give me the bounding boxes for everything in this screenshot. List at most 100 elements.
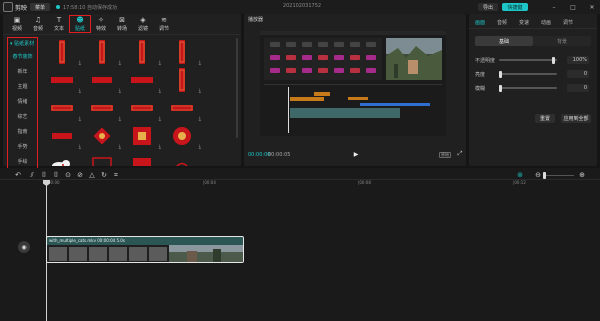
download-icon[interactable]: ⤓ xyxy=(79,116,81,122)
download-icon[interactable]: ⤓ xyxy=(159,60,161,66)
sticker-item[interactable]: ⤓ xyxy=(169,150,195,166)
tab-7[interactable]: ≋ 调节 xyxy=(153,15,175,33)
sticker-item[interactable]: ⤓ xyxy=(89,150,115,166)
zoom-slider[interactable] xyxy=(544,175,574,176)
tab-3[interactable]: ☻ 贴纸 xyxy=(69,15,91,33)
download-icon[interactable]: ⤓ xyxy=(159,144,161,150)
prop-slider[interactable] xyxy=(499,59,557,61)
tab-label: 音频 xyxy=(32,25,43,32)
sticker-item[interactable]: ⤓ xyxy=(49,122,81,150)
sticker-item[interactable]: ⤓ xyxy=(49,38,81,66)
reverse-icon[interactable]: ⊘ xyxy=(76,171,84,179)
sticker-item[interactable]: ⤓ xyxy=(129,122,161,150)
delete-left-icon[interactable]: ⌷ xyxy=(40,171,48,179)
link-icon[interactable]: ⊚ xyxy=(516,171,524,179)
tab-4[interactable]: ✧ 特效 xyxy=(90,15,112,33)
apply-all-button[interactable]: 应用到全部 xyxy=(561,114,591,123)
download-icon[interactable]: ⤓ xyxy=(119,144,121,150)
sticker-item[interactable]: ⤓ xyxy=(49,66,81,94)
sticker-item[interactable]: ⤓ xyxy=(169,38,201,66)
sticker-item[interactable]: ⤓ xyxy=(169,66,201,94)
download-icon[interactable]: ⤓ xyxy=(159,88,161,94)
category-item[interactable]: 指南 xyxy=(8,124,37,139)
tab-6[interactable]: ◈ 滤镜 xyxy=(132,15,154,33)
undo-icon[interactable]: ↶ xyxy=(14,171,22,179)
track-cover-icon[interactable]: ◉ xyxy=(18,241,30,253)
download-icon[interactable]: ⤓ xyxy=(79,144,81,150)
maximize-icon[interactable]: □ xyxy=(569,3,577,11)
prop-value[interactable]: 100% xyxy=(567,56,589,64)
zoom-out-icon[interactable]: ⊖ xyxy=(534,171,542,179)
save-status-text: 17:58:10 自动保存成功 xyxy=(63,4,118,11)
tab-5[interactable]: ⊠ 转场 xyxy=(111,15,133,33)
shortcut-button[interactable]: 快捷键 xyxy=(502,3,528,11)
zoom-knob[interactable] xyxy=(543,172,546,179)
prop-tab-1[interactable]: 音频 xyxy=(497,18,507,26)
prop-tab-2[interactable]: 变速 xyxy=(519,18,529,26)
prop-slider-knob[interactable] xyxy=(552,57,555,64)
video-clip[interactable]: with_multiple_cats.mkv 00:00:04 5.0s xyxy=(46,236,244,263)
download-icon[interactable]: ⤓ xyxy=(199,60,201,66)
prop-slider-knob[interactable] xyxy=(499,71,502,78)
sticker-item[interactable]: ⤓ xyxy=(89,38,121,66)
tab-2[interactable]: T 文本 xyxy=(48,15,70,33)
fullscreen-icon[interactable]: ⤢ xyxy=(456,150,464,158)
close-icon[interactable]: ✕ xyxy=(588,3,596,11)
menu-button[interactable]: 菜单 xyxy=(30,3,50,11)
sticker-item[interactable]: ⤓ xyxy=(89,94,121,122)
subtab-basic[interactable]: 基础 xyxy=(475,36,533,46)
sticker-scrollbar[interactable] xyxy=(236,38,238,138)
download-icon[interactable]: ⤓ xyxy=(119,88,121,94)
delete-right-icon[interactable]: ⌷ xyxy=(52,171,60,179)
sticker-item[interactable]: ⤓ xyxy=(169,122,201,150)
tab-1[interactable]: ♫ 音频 xyxy=(27,15,49,33)
playhead-handle[interactable] xyxy=(43,180,50,186)
category-item[interactable]: 手绘 xyxy=(8,154,37,169)
minimize-icon[interactable]: – xyxy=(550,3,558,11)
download-icon[interactable]: ⤓ xyxy=(199,116,201,122)
category-item[interactable]: ▾ 贴纸素材 xyxy=(8,38,39,49)
download-icon[interactable]: ⤓ xyxy=(199,144,201,150)
prop-tab-3[interactable]: 动画 xyxy=(541,18,551,26)
prop-value[interactable]: 0 xyxy=(567,70,589,78)
play-icon[interactable]: ▶ xyxy=(352,150,360,158)
sticker-item[interactable]: ⤓ xyxy=(169,94,201,122)
crop-icon[interactable]: ⌗ xyxy=(112,171,120,179)
download-icon[interactable]: ⤓ xyxy=(79,88,81,94)
tab-0[interactable]: ▣ 视频 xyxy=(6,15,28,33)
prop-slider[interactable] xyxy=(499,87,557,89)
download-icon[interactable]: ⤓ xyxy=(119,116,121,122)
prop-tab-4[interactable]: 调节 xyxy=(563,18,573,26)
sticker-item[interactable]: ⤓ xyxy=(129,150,155,166)
sticker-item[interactable]: ⤓ xyxy=(129,66,161,94)
category-item[interactable]: 春节装饰 xyxy=(8,49,37,64)
download-icon[interactable]: ⤓ xyxy=(79,60,81,66)
download-icon[interactable]: ⤓ xyxy=(119,60,121,66)
sticker-item[interactable]: ⤓ xyxy=(49,150,75,166)
prop-slider[interactable] xyxy=(499,73,557,75)
prop-slider-knob[interactable] xyxy=(499,85,502,92)
category-item[interactable]: 情绪 xyxy=(8,94,37,109)
rotate-icon[interactable]: ↻ xyxy=(100,171,108,179)
mirror-icon[interactable]: △ xyxy=(88,171,96,179)
reset-button[interactable]: 重置 xyxy=(535,114,555,123)
freeze-icon[interactable]: ⊙ xyxy=(64,171,72,179)
sticker-item[interactable]: ⤓ xyxy=(129,38,161,66)
category-item[interactable]: 手势 xyxy=(8,139,37,154)
sticker-item[interactable]: ⤓ xyxy=(89,122,121,150)
sticker-item[interactable]: ⤓ xyxy=(49,94,81,122)
ratio-button[interactable]: 原始 xyxy=(439,152,451,158)
prop-tab-0[interactable]: 画面 xyxy=(475,18,485,26)
split-icon[interactable]: ⫽ xyxy=(28,171,36,179)
zoom-in-icon[interactable]: ⊕ xyxy=(578,171,586,179)
category-item[interactable]: 主题 xyxy=(8,79,37,94)
category-item[interactable]: 综艺 xyxy=(8,109,37,124)
download-icon[interactable]: ⤓ xyxy=(159,116,161,122)
sticker-item[interactable]: ⤓ xyxy=(89,66,121,94)
download-icon[interactable]: ⤓ xyxy=(199,88,201,94)
export-button[interactable]: 导出 xyxy=(478,3,498,11)
subtab-background[interactable]: 背景 xyxy=(533,36,591,46)
prop-value[interactable]: 0 xyxy=(567,84,589,92)
sticker-item[interactable]: ⤓ xyxy=(129,94,161,122)
category-item[interactable]: 新年 xyxy=(8,64,37,79)
